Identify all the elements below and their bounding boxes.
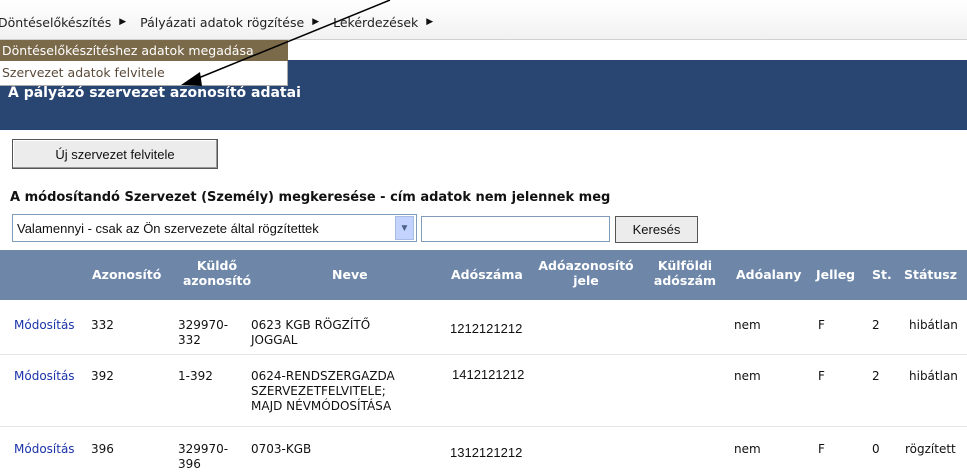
cell-jelleg: F (818, 442, 825, 456)
search-button[interactable]: Keresés (615, 216, 698, 243)
col-adoalany: Adóalany (736, 267, 802, 282)
cell-st: 2 (872, 369, 880, 383)
cell-id: 392 (91, 369, 114, 383)
col-azonosito: Azonosító (92, 267, 162, 282)
col-adoszama: Adószáma (451, 267, 523, 282)
col-kuldo-azonosito: Küldő azonosító (178, 258, 256, 288)
dropdown-menu: Döntéselőkészítéshez adatok megadása Sze… (0, 40, 288, 86)
cell-jelleg: F (818, 318, 825, 332)
cell-st: 2 (872, 318, 880, 332)
col-kulfoldi-adoszam: Külföldi adószám (648, 258, 722, 288)
col-st: St. (872, 267, 892, 282)
cell-statusz: hibátlan (909, 318, 958, 332)
table-header: Azonosító Küldő azonosító Neve Adószáma … (0, 250, 967, 300)
cell-id: 396 (91, 442, 114, 456)
cell-statusz: hibátlan (909, 369, 958, 383)
col-kulfoldi-line2: adószám (653, 273, 717, 288)
menu-item-palyazati-adatok[interactable]: Pályázati adatok rögzítése (140, 15, 304, 30)
col-adoazonosito-line2: jele (573, 273, 599, 288)
col-kulfoldi-line1: Külföldi (657, 258, 713, 273)
cell-id: 332 (91, 318, 114, 332)
cell-adoalany: nem (734, 318, 761, 332)
main-menu: Döntéselőkészítés ▶ Pályázati adatok rög… (0, 12, 447, 32)
menu-item-donteselokeszites[interactable]: Döntéselőkészítés (0, 15, 111, 30)
cell-statusz: rögzített (905, 442, 956, 456)
col-kuldo-line1: Küldő (196, 258, 238, 273)
row-divider (0, 354, 967, 355)
submenu-arrow-icon: ▶ (426, 17, 434, 27)
cell-kuldo-line1: 1-392 (178, 369, 213, 383)
cell-adoalany: nem (734, 442, 761, 456)
cell-adoalany: nem (734, 369, 761, 383)
cell-st: 0 (872, 442, 880, 456)
cell-neve-line2: SZERVEZETFELVITELE; (251, 384, 386, 398)
col-jelleg: Jelleg (816, 267, 856, 282)
col-statusz: Státusz (904, 267, 958, 282)
row-divider (0, 426, 967, 427)
cell-neve-line1: 0703-KGB (251, 442, 312, 456)
dropdown-item-szervezet-felvitele[interactable]: Szervezet adatok felvitele (0, 61, 288, 86)
modify-link[interactable]: Módosítás (14, 369, 75, 384)
col-adoazonosito-line1: Adóazonosító (538, 258, 634, 273)
modify-link[interactable]: Módosítás (14, 442, 75, 457)
col-neve: Neve (332, 267, 368, 282)
filter-select-value: Valamennyi - csak az Ön szervezete által… (17, 220, 319, 236)
cell-neve-line1: 0623 KGB RÖGZÍTŐ (251, 318, 371, 332)
menu-item-lekerdezesek[interactable]: Lekérdezések (333, 15, 418, 30)
cell-kuldo-line2: 396 (178, 457, 201, 471)
filter-select[interactable]: Valamennyi - csak az Ön szervezete által… (12, 214, 417, 242)
chevron-down-icon[interactable]: ▼ (395, 216, 414, 240)
cell-kuldo-line2: 332 (178, 333, 201, 347)
cell-neve-line1: 0624-RENDSZERGAZDA (251, 369, 395, 383)
cell-kuldo-line1: 329970- (178, 318, 229, 332)
cell-neve-line2: JOGGAL (251, 333, 298, 347)
cell-neve-line3: MAJD NÉVMÓDOSÍTÁSA (251, 399, 392, 413)
col-adoazonosito-jele: Adóazonosító jele (538, 258, 634, 288)
cell-adoszam: 1412121212 (448, 365, 622, 385)
new-organization-button[interactable]: Új szervezet felvitele (12, 139, 218, 169)
search-input[interactable] (421, 216, 610, 242)
submenu-arrow-icon: ▶ (119, 17, 127, 27)
modify-link[interactable]: Módosítás (14, 318, 75, 333)
cell-kuldo-line1: 329970- (178, 442, 229, 456)
cell-adoszam: 1312121212 (446, 437, 600, 466)
page-title: A pályázó szervezet azonosító adatai (8, 85, 301, 101)
cell-jelleg: F (818, 369, 825, 383)
cell-adoszam: 1212121212 (446, 314, 620, 340)
search-label: A módosítandó Szervezet (Személy) megker… (10, 190, 611, 205)
col-kuldo-line2: azonosító (182, 273, 252, 288)
submenu-arrow-icon: ▶ (312, 17, 320, 27)
dropdown-item-adatok-megadasa[interactable]: Döntéselőkészítéshez adatok megadása (0, 40, 288, 61)
